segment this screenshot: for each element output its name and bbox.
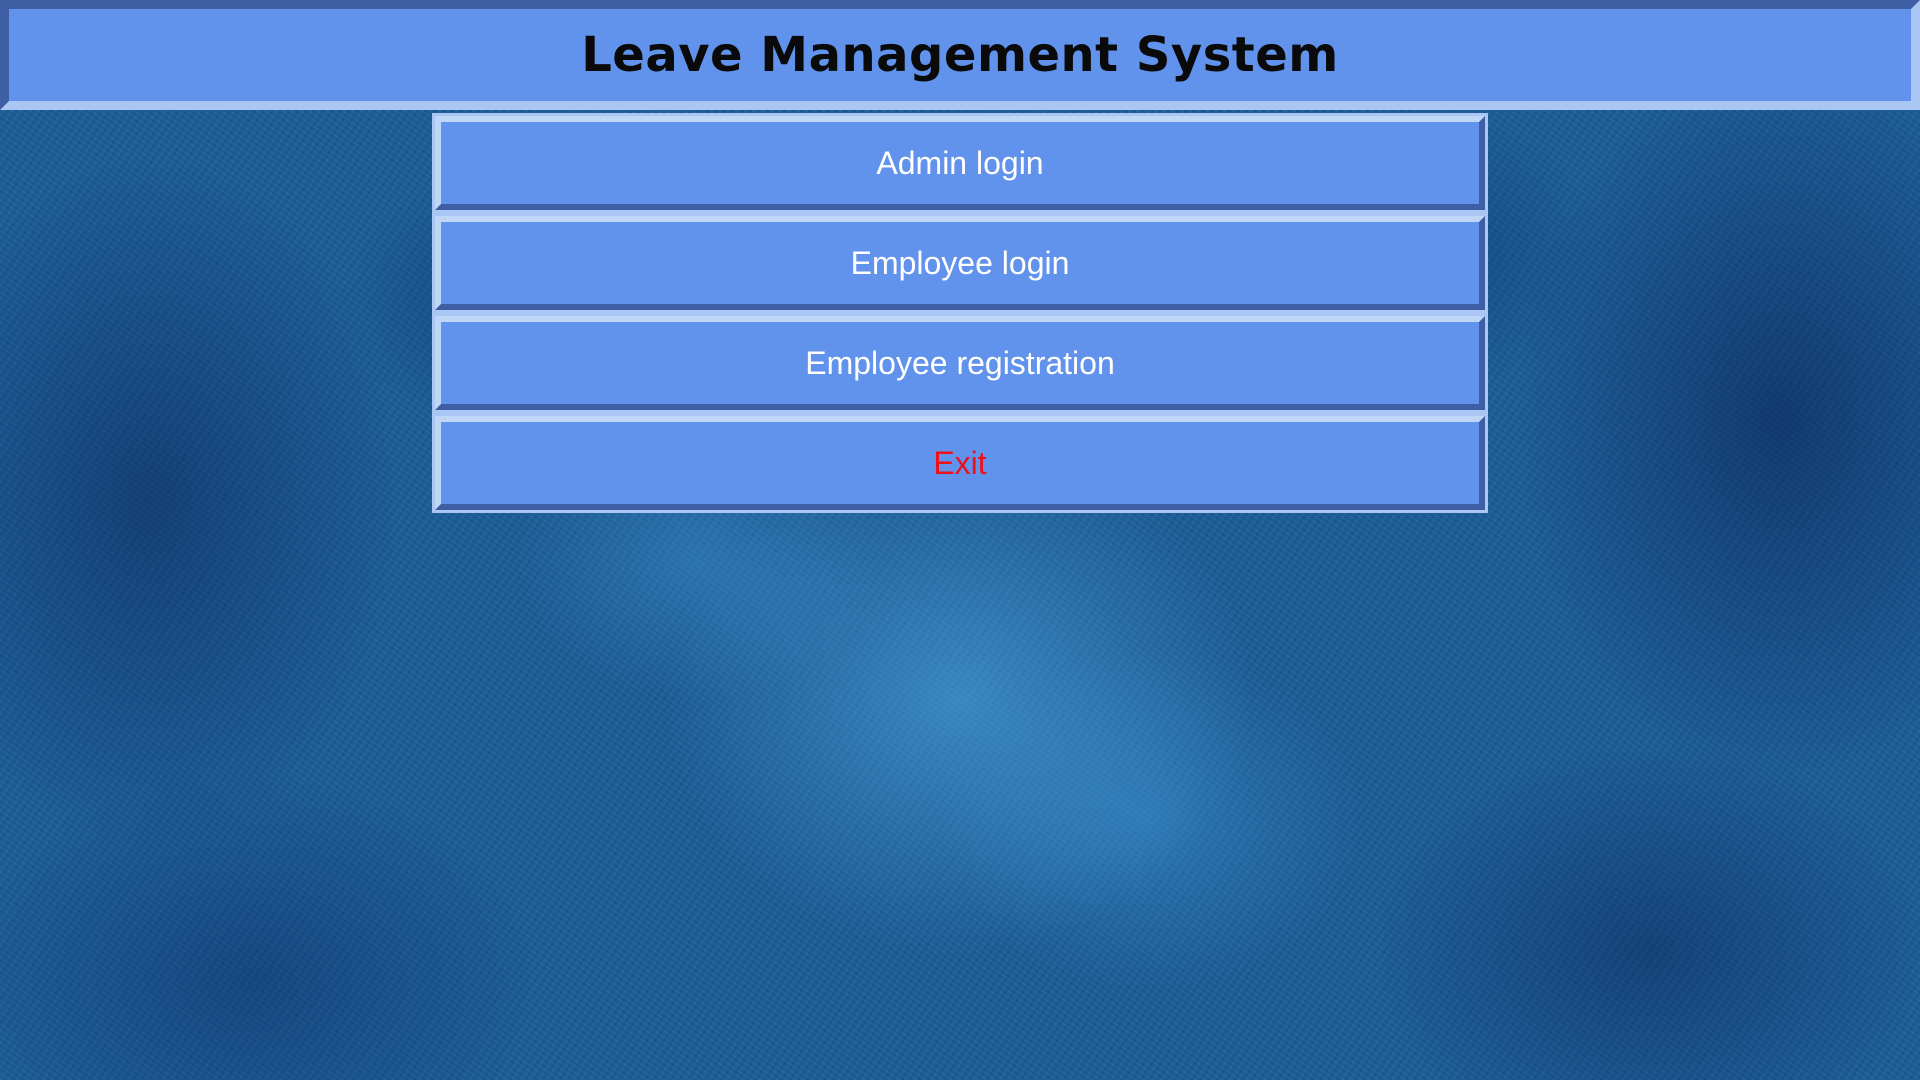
- title-bar: Leave Management System: [0, 0, 1920, 110]
- exit-button[interactable]: Exit: [432, 413, 1488, 513]
- employee-login-label: Employee login: [850, 244, 1070, 281]
- main-menu: Admin login Employee login Employee regi…: [432, 113, 1488, 513]
- page-title: Leave Management System: [581, 27, 1339, 83]
- employee-registration-label: Employee registration: [805, 344, 1115, 381]
- exit-label: Exit: [933, 444, 987, 481]
- admin-login-button[interactable]: Admin login: [432, 113, 1488, 213]
- employee-login-button[interactable]: Employee login: [432, 213, 1488, 313]
- employee-registration-button[interactable]: Employee registration: [432, 313, 1488, 413]
- admin-login-label: Admin login: [876, 144, 1044, 181]
